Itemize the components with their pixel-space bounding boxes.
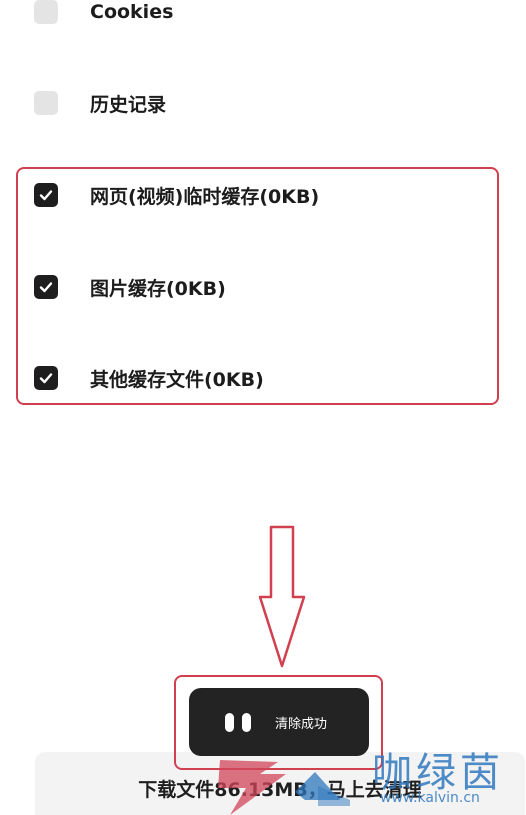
options-highlight-frame bbox=[16, 167, 499, 405]
toast-message: 清除成功 bbox=[275, 716, 328, 732]
cookies-checkbox[interactable] bbox=[34, 0, 58, 24]
pause-icon bbox=[225, 712, 251, 732]
history-checkbox[interactable] bbox=[34, 91, 58, 115]
option-history[interactable]: 历史记录 bbox=[34, 87, 166, 119]
option-label: Cookies bbox=[90, 1, 174, 23]
option-label: 历史记录 bbox=[90, 93, 167, 116]
down-arrow-icon bbox=[258, 525, 306, 668]
watermark-url: www.kalvin.cn bbox=[380, 790, 480, 806]
option-cookies[interactable]: Cookies bbox=[34, 0, 173, 28]
